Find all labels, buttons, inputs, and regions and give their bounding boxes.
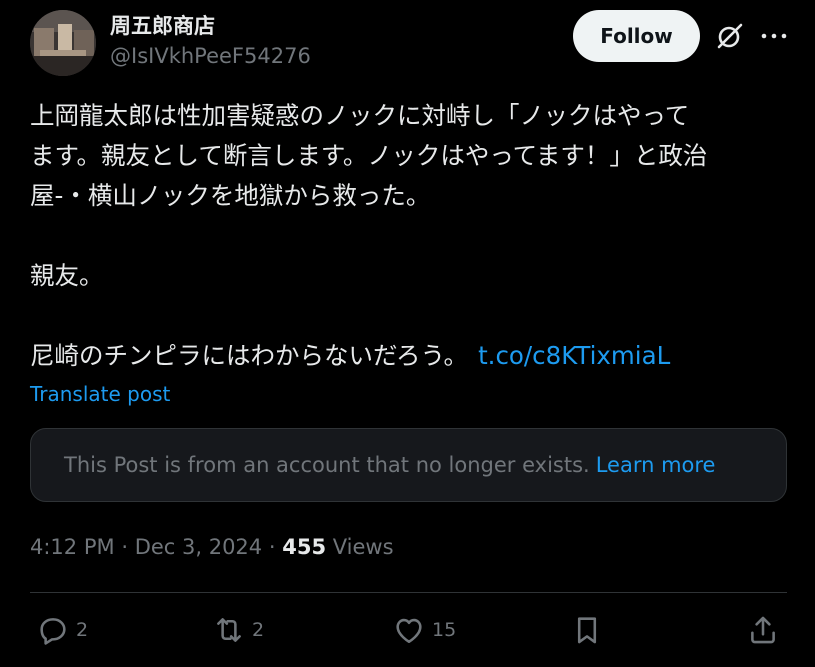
repost-count: 2: [252, 619, 265, 641]
share-icon: [751, 616, 775, 644]
reply-count: 2: [76, 619, 89, 641]
post-meta: 4:12 PM · Dec 3, 2024 · 455 Views: [30, 535, 394, 559]
reply-icon: [40, 618, 66, 645]
translate-post-link[interactable]: Translate post: [30, 382, 170, 406]
learn-more-link[interactable]: Learn more: [596, 453, 716, 477]
repost-icon: [217, 618, 241, 642]
avatar[interactable]: [30, 10, 96, 76]
heart-icon: [396, 618, 422, 644]
post-text-line: 尼崎のチンピラにはわからないだろう。 t.co/c8KTixmiaL: [30, 336, 800, 376]
share-button[interactable]: [746, 612, 780, 648]
post-text: 上岡龍太郎は性加害疑惑のノックに対峙し「ノックはやって ます。親友として断言しま…: [30, 96, 800, 376]
divider: [30, 592, 787, 593]
like-button[interactable]: 15: [392, 612, 456, 648]
meta-separator: ·: [268, 535, 276, 559]
post-text-segment: 尼崎のチンピラにはわからないだろう。: [30, 341, 469, 370]
post-text-line: ます。親友として断言します。ノックはやってます！」と政治: [30, 141, 708, 170]
author-handle[interactable]: @IsIVkhPeeF54276: [110, 44, 311, 68]
profile-photo: [30, 10, 96, 76]
post-link[interactable]: t.co/c8KTixmiaL: [478, 341, 670, 370]
post: 周五郎商店 @IsIVkhPeeF54276 Follow 上岡龍太郎は性加害疑…: [0, 0, 815, 667]
views-count: 455: [282, 535, 327, 559]
bookmark-icon: [577, 617, 597, 644]
like-count: 15: [432, 619, 457, 641]
bookmark-button[interactable]: [570, 612, 604, 648]
post-text-line: 親友。: [30, 261, 104, 290]
reply-button[interactable]: 2: [36, 612, 88, 648]
post-text-line: 屋-・横山ノックを地獄から救った。: [30, 181, 431, 210]
post-date[interactable]: Dec 3, 2024: [135, 535, 262, 559]
views-label: Views: [332, 535, 394, 559]
deleted-account-notice: This Post is from an account that no lon…: [30, 428, 787, 502]
notice-text: This Post is from an account that no lon…: [64, 453, 590, 477]
author-name[interactable]: 周五郎商店: [110, 10, 215, 40]
more-dots-icon[interactable]: [758, 20, 790, 52]
repost-button[interactable]: 2: [212, 612, 264, 648]
slashed-circle-icon[interactable]: [714, 20, 746, 52]
post-time[interactable]: 4:12 PM: [30, 535, 115, 559]
meta-separator: ·: [121, 535, 128, 559]
post-text-line: 上岡龍太郎は性加害疑惑のノックに対峙し「ノックはやって: [30, 101, 690, 130]
follow-button[interactable]: Follow: [573, 10, 700, 62]
